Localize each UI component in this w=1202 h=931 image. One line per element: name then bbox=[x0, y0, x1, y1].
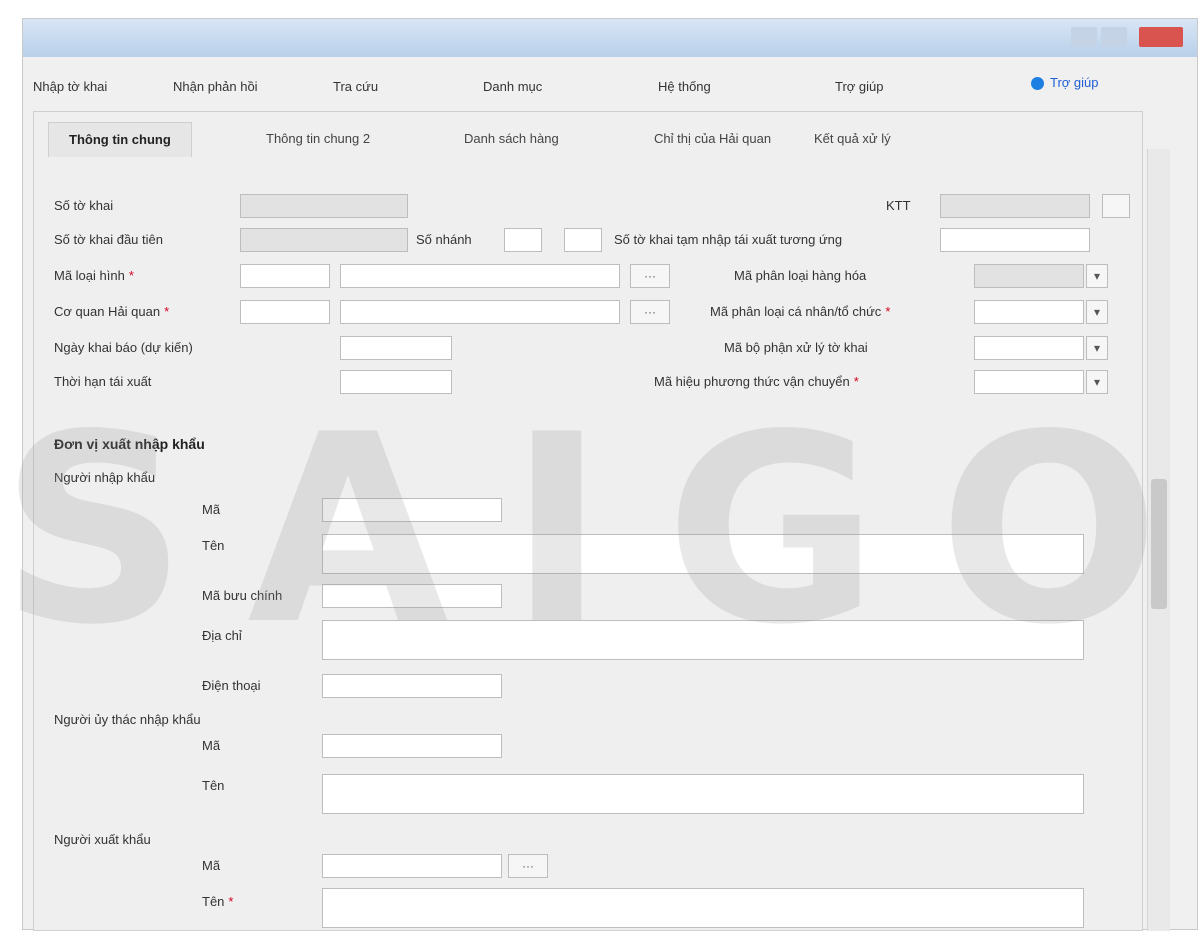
ribbon-tab-2[interactable]: Nhận phản hồi bbox=[173, 79, 258, 94]
thoi-han-tai-xuat-input[interactable] bbox=[340, 370, 452, 394]
label-ma-hieu-phuong-thuc: Mã hiệu phương thức vận chuyển * bbox=[654, 374, 859, 389]
ribbon-menu: Nhập tờ khai Nhận phản hồi Tra cứu Danh … bbox=[23, 67, 1197, 107]
so-to-khai-dau-tien-input[interactable] bbox=[240, 228, 408, 252]
label-tk-tam-nhap: Số tờ khai tạm nhập tái xuất tương ứng bbox=[614, 232, 843, 247]
nnk-ma-input[interactable] bbox=[322, 498, 502, 522]
label-nnk-ma: Mã bbox=[202, 502, 221, 517]
nxk-ma-input[interactable] bbox=[322, 854, 502, 878]
co-quan-hai-quan-name bbox=[340, 300, 620, 324]
label-nguoi-nhap-khau: Người nhập khẩu bbox=[54, 470, 156, 485]
label-nnk-ten: Tên bbox=[202, 538, 225, 553]
ma-hieu-phuong-thuc-dropdown[interactable]: ▾ bbox=[1086, 370, 1108, 394]
help-icon bbox=[1031, 77, 1044, 91]
nxk-ma-lookup-button[interactable]: ··· bbox=[508, 854, 548, 878]
tk-tam-nhap-input[interactable] bbox=[940, 228, 1090, 252]
ma-loai-hinh-input[interactable] bbox=[240, 264, 330, 288]
ribbon-tab-4[interactable]: Danh mục bbox=[483, 79, 542, 94]
label-nnk-dia-chi: Địa chỉ bbox=[202, 628, 242, 643]
vertical-scrollbar[interactable] bbox=[1147, 149, 1170, 931]
ma-bo-phan-xu-ly-dropdown[interactable]: ▾ bbox=[1086, 336, 1108, 360]
help-label: Trợ giúp bbox=[1050, 75, 1099, 90]
label-ma-bo-phan-xu-ly: Mã bộ phận xử lý tờ khai bbox=[724, 340, 868, 355]
scrollbar-thumb[interactable] bbox=[1151, 479, 1167, 609]
label-nguoi-uy-thac: Người ủy thác nhập khẩu bbox=[54, 712, 201, 727]
ma-phan-loai-hang-hoa-dropdown[interactable]: ▾ bbox=[1086, 264, 1108, 288]
ma-bo-phan-xu-ly-input[interactable] bbox=[974, 336, 1084, 360]
ma-phan-loai-hang-hoa-input[interactable] bbox=[974, 264, 1084, 288]
label-nguoi-xuat-khau: Người xuất khẩu bbox=[54, 832, 151, 847]
ribbon-tab-3[interactable]: Tra cứu bbox=[333, 79, 378, 94]
label-nxk-ten: Tên * bbox=[202, 894, 234, 909]
tab-customs-instructions[interactable]: Chỉ thị của Hải quan bbox=[634, 122, 791, 156]
application-window: Nhập tờ khai Nhận phản hồi Tra cứu Danh … bbox=[22, 18, 1198, 931]
title-bar bbox=[23, 19, 1197, 57]
label-ma-phan-loai-ca-nhan: Mã phân loại cá nhân/tổ chức * bbox=[710, 304, 891, 319]
tab-general-info-2[interactable]: Thông tin chung 2 bbox=[246, 122, 390, 156]
label-so-to-khai: Số tờ khai bbox=[54, 198, 114, 213]
label-ma-loai-hinh: Mã loại hình * bbox=[54, 268, 134, 283]
tab-general-info[interactable]: Thông tin chung bbox=[48, 122, 192, 157]
label-nut-ten: Tên bbox=[202, 778, 225, 793]
nnk-ma-buu-chinh-input[interactable] bbox=[322, 584, 502, 608]
right-top-button[interactable] bbox=[1102, 194, 1130, 218]
ma-loai-hinh-name bbox=[340, 264, 620, 288]
form-panel: Thông tin chung Thông tin chung 2 Danh s… bbox=[33, 111, 1143, 931]
label-ma-phan-loai-hang-hoa: Mã phân loại hàng hóa bbox=[734, 268, 867, 283]
ngay-khai-bao-input[interactable] bbox=[340, 336, 452, 360]
tab-processing-result[interactable]: Kết quả xử lý bbox=[794, 122, 911, 156]
label-nnk-ma-buu-chinh: Mã bưu chính bbox=[202, 588, 283, 603]
label-co-quan-hai-quan: Cơ quan Hải quan * bbox=[54, 304, 170, 319]
nut-ma-input[interactable] bbox=[322, 734, 502, 758]
nnk-dia-chi-input[interactable] bbox=[322, 620, 1084, 660]
ribbon-tab-6[interactable]: Trợ giúp bbox=[835, 79, 884, 94]
nxk-ten-input[interactable] bbox=[322, 888, 1084, 928]
close-button[interactable] bbox=[1139, 27, 1183, 47]
nnk-ten-input[interactable] bbox=[322, 534, 1084, 574]
label-ngay-khai-bao: Ngày khai báo (dự kiến) bbox=[54, 340, 193, 355]
tab-goods-list[interactable]: Danh sách hàng bbox=[444, 122, 579, 156]
maximize-button[interactable] bbox=[1101, 27, 1127, 47]
label-so-nhanh: Số nhánh bbox=[416, 232, 472, 247]
label-so-to-khai-right: KTT bbox=[886, 198, 911, 213]
so-to-khai-input[interactable] bbox=[240, 194, 408, 218]
right-top-input[interactable] bbox=[940, 194, 1090, 218]
nnk-dien-thoai-input[interactable] bbox=[322, 674, 502, 698]
help-link[interactable]: Trợ giúp bbox=[1031, 75, 1099, 91]
co-quan-hai-quan-lookup-button[interactable]: ··· bbox=[630, 300, 670, 324]
label-thoi-han-tai-xuat: Thời hạn tái xuất bbox=[54, 374, 152, 389]
ma-phan-loai-ca-nhan-input[interactable] bbox=[974, 300, 1084, 324]
label-nut-ma: Mã bbox=[202, 738, 221, 753]
ma-hieu-phuong-thuc-input[interactable] bbox=[974, 370, 1084, 394]
co-quan-hai-quan-code-input[interactable] bbox=[240, 300, 330, 324]
ma-loai-hinh-lookup-button[interactable]: ··· bbox=[630, 264, 670, 288]
minimize-button[interactable] bbox=[1071, 27, 1097, 47]
label-so-to-khai-dau-tien: Số tờ khai đầu tiên bbox=[54, 232, 163, 247]
section-title: Đơn vị xuất nhập khẩu bbox=[54, 436, 205, 452]
label-nnk-dien-thoai: Điện thoại bbox=[202, 678, 261, 693]
so-nhanh-total-input[interactable] bbox=[564, 228, 602, 252]
so-nhanh-input[interactable] bbox=[504, 228, 542, 252]
nut-ten-input[interactable] bbox=[322, 774, 1084, 814]
ma-phan-loai-ca-nhan-dropdown[interactable]: ▾ bbox=[1086, 300, 1108, 324]
ribbon-tab-1[interactable]: Nhập tờ khai bbox=[33, 79, 107, 94]
ribbon-tab-5[interactable]: Hệ thống bbox=[658, 79, 711, 94]
label-nxk-ma: Mã bbox=[202, 858, 221, 873]
